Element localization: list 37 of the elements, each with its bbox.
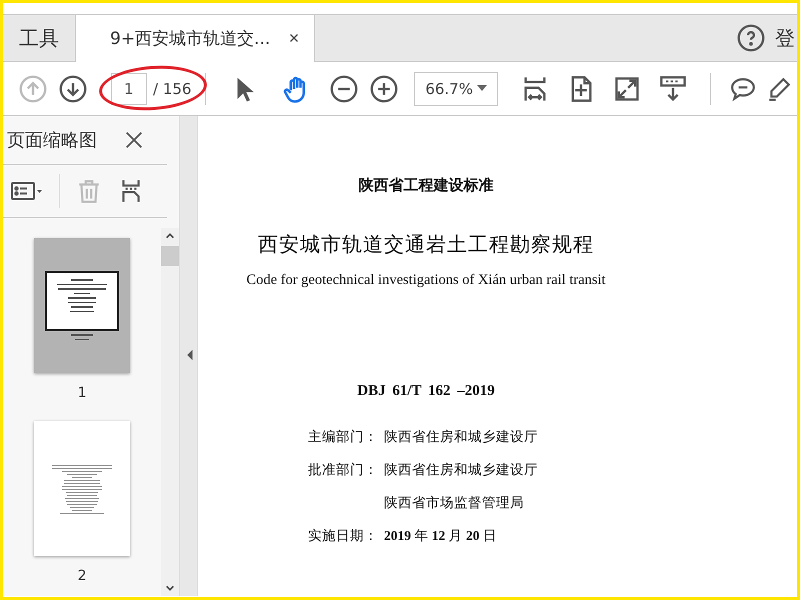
- scrollbar-thumb[interactable]: [161, 246, 180, 266]
- page-thumbnail[interactable]: [34, 238, 130, 373]
- full-screen-icon[interactable]: [613, 74, 642, 102]
- panel-collapse-handle[interactable]: [179, 116, 197, 596]
- tab[interactable]: 9+西安城市轨道交...: [76, 15, 316, 62]
- help-icon[interactable]: [737, 24, 765, 52]
- document-heading: 陕西省工程建设标准: [358, 176, 494, 195]
- scroll-mode-icon[interactable]: [659, 74, 688, 102]
- close-tab-icon[interactable]: [288, 32, 300, 44]
- scroll-down-icon: [165, 583, 176, 593]
- field-label: 批准部门：: [308, 461, 379, 479]
- document-subtitle: Code for geotechnical investigations of Xián urban rail transit: [246, 272, 606, 289]
- scrollbar[interactable]: [161, 228, 180, 596]
- page-number-field[interactable]: 1: [111, 72, 147, 104]
- page-thumbnail[interactable]: [34, 421, 130, 556]
- scroll-up-icon: [165, 231, 176, 241]
- collapse-triangle-icon: [184, 348, 193, 362]
- caret-icon: [477, 84, 488, 90]
- zoom-dropdown[interactable]: 66.7%: [414, 72, 498, 106]
- sign-in-link[interactable]: 登: [775, 24, 795, 52]
- next-page-icon[interactable]: [59, 74, 87, 102]
- field-value: 陕西省住房和城乡建设厅: [384, 428, 538, 446]
- page-number-label: 1: [78, 385, 86, 401]
- standard-number: DBJ 61/T 162 –2019: [357, 383, 495, 400]
- zoom-out-icon[interactable]: [330, 74, 358, 102]
- field-label: 主编部门：: [308, 428, 379, 446]
- page-count: / 156: [153, 80, 192, 98]
- field-value: 陕西省住房和城乡建设厅: [384, 461, 538, 479]
- field-value: 陕西省市场监督管理局: [384, 494, 524, 512]
- options-menu-icon[interactable]: [11, 179, 43, 203]
- zoom-in-icon[interactable]: [370, 74, 398, 102]
- comment-icon[interactable]: [730, 76, 756, 102]
- document-title: 西安城市轨道交通岩土工程勘察规程: [258, 233, 594, 258]
- panel-title: 页面缩略图: [7, 129, 97, 152]
- field-value: 2019 年 12 月 20 日: [384, 527, 497, 545]
- field-label: 实施日期：: [308, 527, 379, 545]
- page-number-label: 2: [78, 568, 86, 584]
